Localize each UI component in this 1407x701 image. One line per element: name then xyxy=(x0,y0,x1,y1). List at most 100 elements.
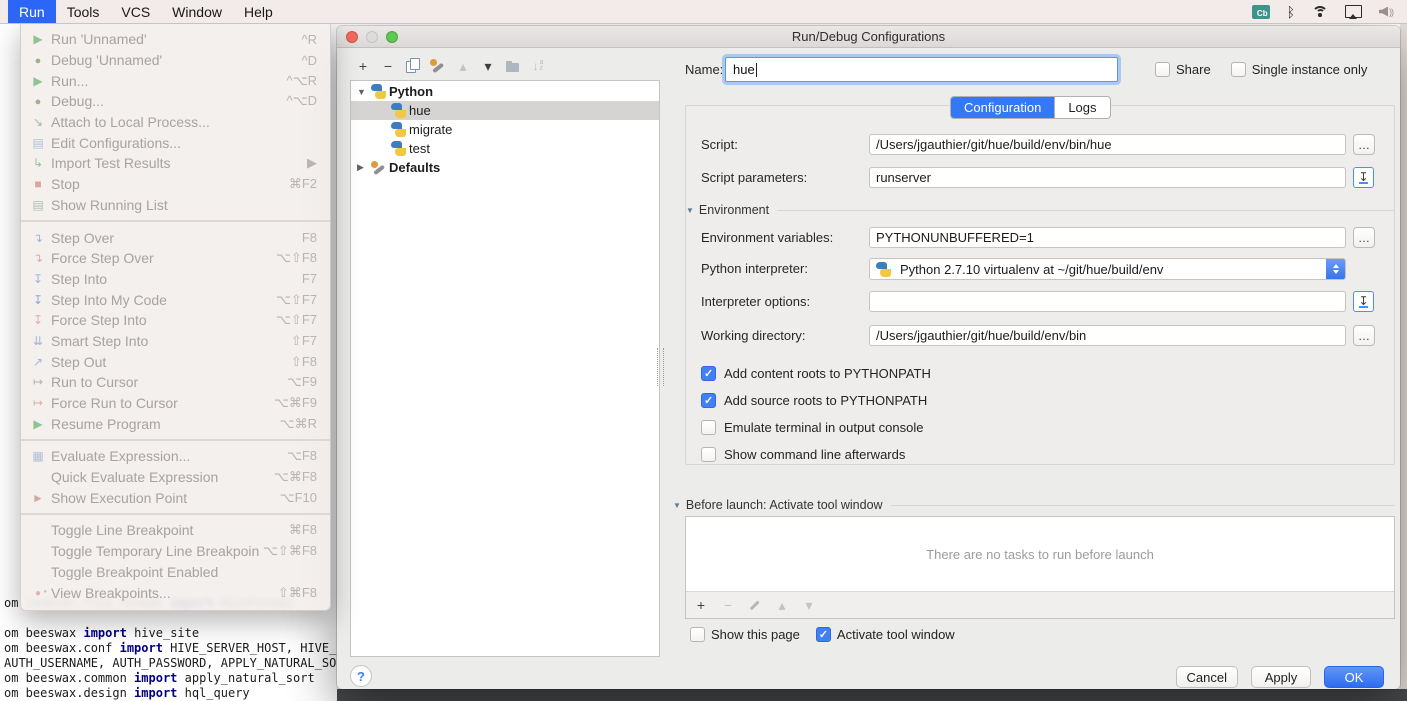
menu-item[interactable]: Toggle Temporary Line Breakpoint ⌥⇧⌘F8 xyxy=(21,541,330,562)
menu-item[interactable]: Run 'Unnamed' ^R xyxy=(21,29,330,50)
checkbox[interactable] xyxy=(1231,62,1246,77)
menubar-item[interactable]: Window xyxy=(161,0,233,23)
environment-variables-browse-button[interactable]: … xyxy=(1353,227,1375,248)
menu-item[interactable]: Debug 'Unnamed' ^D xyxy=(21,50,330,71)
tree-toolbar-button[interactable]: + xyxy=(354,57,372,75)
tree-toolbar-button[interactable] xyxy=(504,57,522,75)
checkbox[interactable] xyxy=(701,420,716,435)
code-text: apply_natural_sort xyxy=(177,671,314,685)
menu-item[interactable]: Quick Evaluate Expression ⌥⌘F8 xyxy=(21,467,330,488)
checkbox[interactable] xyxy=(690,627,705,642)
form-checkbox-row: Add content roots to PYTHONPATH xyxy=(701,360,931,387)
menubar-item[interactable]: VCS xyxy=(110,0,161,23)
menu-item-label: Resume Program xyxy=(51,416,276,432)
collapse-triangle-icon[interactable]: ▼ xyxy=(686,206,694,215)
tasks-toolbar-button[interactable]: − xyxy=(721,598,735,612)
tree-expand-arrow[interactable]: ▼ xyxy=(357,87,371,97)
menu-item[interactable]: Force Step Over ⌥⇧F8 xyxy=(21,248,330,269)
wifi-icon[interactable] xyxy=(1312,6,1328,18)
menu-item[interactable]: Show Execution Point ⌥F10 xyxy=(21,487,330,508)
menu-item[interactable]: Toggle Line Breakpoint ⌘F8 xyxy=(21,520,330,541)
tree-row[interactable]: hue xyxy=(351,101,659,120)
menu-item[interactable]: Force Step Into ⌥⇧F7 xyxy=(21,310,330,331)
tree-item-label: Defaults xyxy=(389,160,440,175)
script-input[interactable]: /Users/jgauthier/git/hue/build/env/bin/h… xyxy=(869,134,1346,155)
menu-item[interactable]: Smart Step Into ⇧F7 xyxy=(21,331,330,352)
menu-item[interactable]: Run to Cursor ⌥F9 xyxy=(21,372,330,393)
airplay-icon[interactable] xyxy=(1345,5,1362,18)
tree-item-label: migrate xyxy=(409,122,452,137)
tree-toolbar-button[interactable]: ▾ xyxy=(479,57,497,75)
dialog-button[interactable]: OK xyxy=(1324,666,1384,688)
tree-row[interactable]: test xyxy=(351,139,659,158)
tab[interactable]: Logs xyxy=(1054,97,1109,118)
menu-item[interactable]: Toggle Breakpoint Enabled xyxy=(21,562,330,583)
expand-field-button[interactable]: ↧ xyxy=(1353,167,1374,188)
tree-row[interactable]: ▶ Defaults xyxy=(351,158,659,177)
interpreter-dropdown-stepper[interactable] xyxy=(1326,258,1345,280)
python-interpreter-dropdown[interactable]: Python 2.7.10 virtualenv at ~/git/hue/bu… xyxy=(869,258,1346,280)
tree-toolbar-button[interactable]: ▴ xyxy=(454,57,472,75)
tree-row[interactable]: ▼ Python xyxy=(351,82,659,101)
menu-item[interactable]: Step Into F7 xyxy=(21,269,330,290)
working-directory-browse-button[interactable]: … xyxy=(1353,325,1375,346)
tree-toolbar-button[interactable] xyxy=(429,57,447,75)
help-button[interactable]: ? xyxy=(350,665,372,687)
tasks-toolbar-button[interactable]: + xyxy=(694,598,708,612)
menu-item[interactable]: Debug... ^⌥D xyxy=(21,91,330,112)
tasks-toolbar-button[interactable] xyxy=(748,598,762,612)
dialog-button[interactable]: Cancel xyxy=(1176,666,1238,688)
tasks-toolbar-button[interactable]: ▴ xyxy=(775,598,789,612)
tree-item-label: test xyxy=(409,141,430,156)
menu-item[interactable]: Attach to Local Process... xyxy=(21,112,330,133)
environment-variables-input[interactable]: PYTHONUNBUFFERED=1 xyxy=(869,227,1346,248)
menu-item[interactable]: Step Over F8 xyxy=(21,227,330,248)
script-browse-button[interactable]: … xyxy=(1353,134,1375,155)
menu-item[interactable]: Step Out ⇧F8 xyxy=(21,351,330,372)
collapse-triangle-icon[interactable]: ▼ xyxy=(673,501,681,510)
menu-item-shortcut: ⌥⇧F8 xyxy=(276,250,317,266)
panel-splitter-handle[interactable] xyxy=(657,348,664,386)
bluetooth-icon[interactable]: ᛒ xyxy=(1287,5,1295,19)
menu-item[interactable]: Force Run to Cursor ⌥⌘F9 xyxy=(21,393,330,414)
menu-item[interactable] xyxy=(21,439,330,441)
tree-toolbar-button[interactable] xyxy=(529,57,547,75)
tree-toolbar-button[interactable]: − xyxy=(379,57,397,75)
menu-item[interactable]: Edit Configurations... xyxy=(21,132,330,153)
name-input[interactable]: hue xyxy=(725,57,1118,82)
working-directory-input[interactable]: /Users/jgauthier/git/hue/build/env/bin xyxy=(869,325,1346,346)
menu-item[interactable]: Run... ^⌥R xyxy=(21,70,330,91)
menu-item[interactable]: Evaluate Expression... ⌥F8 xyxy=(21,446,330,467)
cb-app-icon[interactable]: Cb xyxy=(1252,5,1270,19)
menu-item[interactable]: Stop ⌘F2 xyxy=(21,174,330,195)
volume-icon[interactable]: )) xyxy=(1379,7,1393,17)
menubar-item[interactable]: Help xyxy=(233,0,284,23)
tree-expand-arrow[interactable]: ▶ xyxy=(357,162,371,173)
menubar-item-label: Window xyxy=(172,4,222,20)
menu-item[interactable] xyxy=(21,513,330,515)
checkbox[interactable] xyxy=(816,627,831,642)
dialog-button[interactable]: Apply xyxy=(1251,666,1311,688)
tree-row[interactable]: migrate xyxy=(351,120,659,139)
tab[interactable]: Configuration xyxy=(951,97,1054,118)
menubar-item[interactable]: Tools xyxy=(56,0,111,23)
expand-field-button[interactable]: ↧ xyxy=(1353,291,1374,312)
interpreter-options-input[interactable] xyxy=(869,291,1346,312)
menu-item[interactable]: Step Into My Code ⌥⇧F7 xyxy=(21,289,330,310)
checkbox[interactable] xyxy=(701,366,716,381)
menu-item[interactable] xyxy=(21,220,330,222)
tasks-toolbar-button[interactable]: ▾ xyxy=(802,598,816,612)
environment-variables-row: Environment variables: PYTHONUNBUFFERED=… xyxy=(686,227,1394,248)
menu-item[interactable]: Resume Program ⌥⌘R xyxy=(21,413,330,434)
tree-toolbar-button[interactable] xyxy=(404,57,422,75)
checkbox[interactable] xyxy=(701,393,716,408)
menu-item[interactable]: View Breakpoints... ⇧⌘F8 xyxy=(21,582,330,603)
checkbox[interactable] xyxy=(1155,62,1170,77)
menu-item[interactable]: Import Test Results ▶ xyxy=(21,153,330,174)
button-label: OK xyxy=(1345,670,1364,685)
python-icon xyxy=(876,262,891,277)
menubar-item[interactable]: Run xyxy=(8,0,56,23)
menu-item[interactable]: Show Running List xyxy=(21,195,330,216)
checkbox[interactable] xyxy=(701,447,716,462)
script-parameters-input[interactable]: runserver xyxy=(869,167,1346,188)
